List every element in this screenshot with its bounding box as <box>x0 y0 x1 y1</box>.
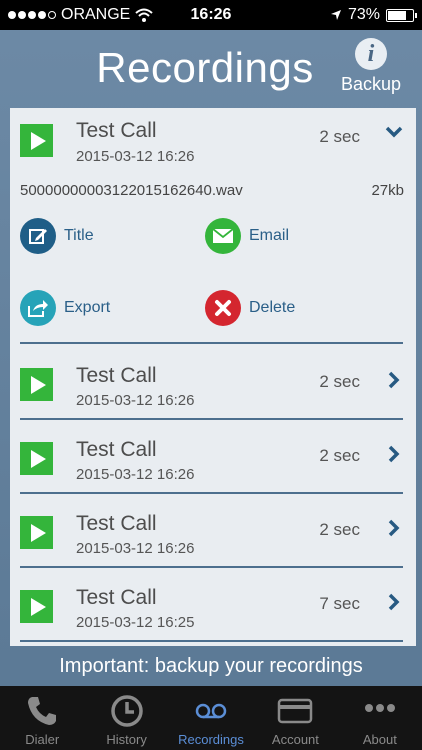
status-left: ORANGE <box>8 6 154 24</box>
voicemail-icon <box>195 703 227 719</box>
tab-label: About <box>362 732 397 747</box>
chevron-right-icon[interactable] <box>384 518 404 538</box>
tab-recordings[interactable]: Recordings <box>169 686 253 750</box>
tab-label: Dialer <box>25 732 60 747</box>
more-icon <box>364 704 395 712</box>
expanded-recording: Test Call 2015-03-12 16:26 2 sec 5000000… <box>10 108 416 344</box>
backup-button[interactable]: i Backup <box>336 38 406 95</box>
chevron-right-icon[interactable] <box>384 592 404 612</box>
header: Recordings i Backup <box>0 30 422 108</box>
delete-action-label: Delete <box>249 299 296 316</box>
email-action-button[interactable]: Email <box>205 218 289 254</box>
export-action-label: Export <box>64 299 111 316</box>
play-icon <box>31 131 46 150</box>
edit-icon <box>20 218 56 254</box>
play-icon <box>31 449 46 468</box>
tab-label: Account <box>271 732 319 747</box>
tab-label: History <box>106 732 147 747</box>
recording-date: 2015-03-12 16:26 <box>76 466 195 483</box>
backup-label: Backup <box>340 74 402 94</box>
title-action-button[interactable]: Title <box>20 218 94 254</box>
battery-fill <box>388 10 406 20</box>
divider <box>20 640 403 642</box>
recording-duration: 2 sec <box>319 372 360 391</box>
clock-icon <box>110 695 143 727</box>
delete-action-button[interactable]: Delete <box>205 290 295 326</box>
recording-title: Test Call <box>76 364 157 387</box>
email-action-label: Email <box>249 227 290 244</box>
recording-title: Test Call <box>76 119 157 142</box>
play-button[interactable] <box>20 124 53 157</box>
carrier-name: ORANGE <box>61 6 131 23</box>
location-arrow-icon <box>330 10 341 20</box>
signal-dot <box>38 11 46 19</box>
tab-account[interactable]: Account <box>253 686 337 750</box>
tab-about[interactable]: About <box>338 686 422 750</box>
recording-duration: 2 sec <box>319 446 360 465</box>
signal-dot <box>48 11 56 19</box>
recording-duration: 7 sec <box>319 594 360 613</box>
share-icon <box>20 290 56 326</box>
tab-dialer[interactable]: Dialer <box>0 686 84 750</box>
recording-row[interactable]: Test Call 2015-03-12 16:25 7 sec <box>10 566 416 642</box>
recording-title: Test Call <box>76 586 157 609</box>
tab-bar: Dialer History Recordings Account About <box>0 686 422 750</box>
battery-icon <box>386 8 417 22</box>
export-action-button[interactable]: Export <box>20 290 110 326</box>
play-button[interactable] <box>20 442 53 475</box>
recording-date: 2015-03-12 16:25 <box>76 614 195 631</box>
chevron-down-icon[interactable] <box>384 122 404 142</box>
card-icon <box>278 698 313 724</box>
battery-percent: 73% <box>347 6 380 23</box>
status-right: 73% <box>330 6 417 24</box>
info-icon: i <box>355 38 387 70</box>
wifi-icon <box>135 8 154 22</box>
play-icon <box>31 597 46 616</box>
file-name: 50000000003122015162640.wav <box>20 182 243 199</box>
file-size: 27kb <box>371 182 404 199</box>
recording-duration: 2 sec <box>319 520 360 539</box>
recording-duration: 2 sec <box>319 127 360 146</box>
recording-title: Test Call <box>76 438 157 461</box>
tab-history[interactable]: History <box>84 686 168 750</box>
tab-label: Recordings <box>178 732 244 747</box>
recording-title: Test Call <box>76 512 157 535</box>
phone-icon <box>28 697 57 725</box>
play-button[interactable] <box>20 516 53 549</box>
recording-row[interactable]: Test Call 2015-03-12 16:26 2 sec <box>10 344 416 420</box>
play-button[interactable] <box>20 368 53 401</box>
recording-date: 2015-03-12 16:26 <box>76 540 195 557</box>
signal-dot <box>28 11 36 19</box>
signal-dot <box>18 11 26 19</box>
recording-row[interactable]: Test Call 2015-03-12 16:26 2 sec <box>10 492 416 568</box>
status-bar: ORANGE 16:26 73% <box>0 0 422 30</box>
signal-dot <box>8 11 16 19</box>
signal-strength-icon <box>8 11 56 19</box>
play-button[interactable] <box>20 590 53 623</box>
envelope-icon <box>205 218 241 254</box>
title-action-label: Title <box>64 227 94 244</box>
chevron-right-icon[interactable] <box>384 370 404 390</box>
recording-date: 2015-03-12 16:26 <box>76 148 195 165</box>
recording-date: 2015-03-12 16:26 <box>76 392 195 409</box>
recording-row[interactable]: Test Call 2015-03-12 16:26 2 sec <box>10 418 416 494</box>
close-icon <box>205 290 241 326</box>
recordings-list[interactable]: Test Call 2015-03-12 16:26 2 sec 5000000… <box>10 108 416 646</box>
play-icon <box>31 375 46 394</box>
play-icon <box>31 523 46 542</box>
backup-reminder: Important: backup your recordings <box>59 655 363 677</box>
chevron-right-icon[interactable] <box>384 444 404 464</box>
